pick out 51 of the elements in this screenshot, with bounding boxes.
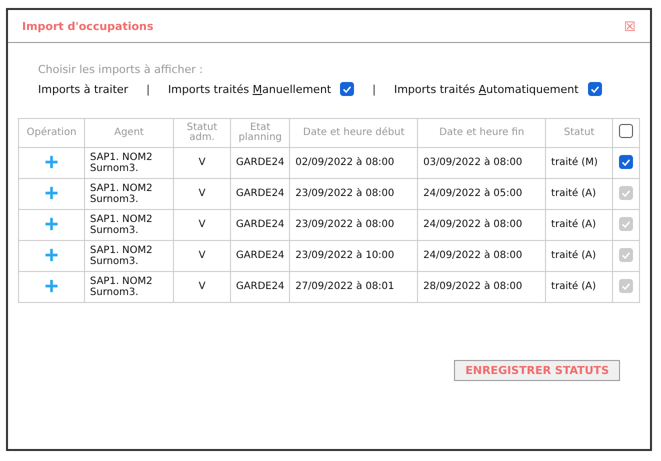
table-cell: GARDE24 [236, 188, 284, 200]
filter-label: Imports traités Automatiquement [394, 82, 579, 96]
table-cell: V [198, 219, 206, 230]
table-cell: 03/09/2022 à 08:00 [423, 157, 522, 168]
table-cell: V [198, 281, 206, 292]
table-cell: 23/09/2022 à 08:00 [295, 188, 394, 200]
table-cell: V [198, 188, 206, 200]
table-cell: SAP1. NOM2 Surnom3. [90, 182, 153, 205]
table-cell: traité (A) [551, 250, 596, 262]
add-button[interactable]: + [44, 151, 59, 175]
filter-caption: Choisir les imports à afficher : [37, 63, 204, 76]
table-cell: 24/09/2022 à 08:00 [423, 250, 522, 262]
filter-checkbox[interactable] [588, 82, 602, 96]
table-cell: 24/09/2022 à 08:00 [423, 219, 522, 230]
table-cell: SAP1. NOM2 Surnom3. [90, 152, 153, 174]
window-title: Import d'occupations [22, 20, 154, 32]
table-cell: GARDE24 [236, 250, 284, 262]
table-cell: GARDE24 [236, 219, 284, 230]
table-cell: V [198, 157, 206, 168]
separator: | [372, 82, 376, 96]
table-cell: SAP1. NOM2 Surnom3. [90, 276, 153, 298]
filter-label: Imports à traiter [38, 82, 128, 96]
column-header: Opération [18, 118, 85, 148]
column-header: Etat planning [230, 118, 290, 148]
column-header: Statut adm. [174, 118, 231, 148]
filter-label: Imports traités Manuellement [168, 82, 332, 96]
table-cell: SAP1. NOM2 Surnom3. [90, 244, 153, 267]
select-all-checkbox[interactable] [619, 124, 634, 138]
row-checkbox[interactable] [619, 154, 634, 169]
filter-checkbox[interactable] [340, 82, 354, 96]
separator: | [146, 82, 150, 96]
table-cell: traité (A) [551, 219, 596, 230]
column-header: Date et heure fin [418, 118, 546, 148]
table-cell: traité (A) [551, 281, 596, 292]
table-cell: 23/09/2022 à 08:00 [295, 219, 394, 230]
save-button[interactable]: ENREGISTRER STATUTS [454, 360, 620, 381]
column-header: Agent [84, 118, 174, 148]
table-cell: GARDE24 [236, 281, 284, 292]
table-cell: V [198, 250, 206, 262]
table-cell: 02/09/2022 à 08:00 [295, 157, 394, 168]
table-cell: 28/09/2022 à 08:00 [423, 281, 522, 292]
column-header: Statut [546, 118, 613, 148]
table-cell: 24/09/2022 à 05:00 [423, 188, 522, 200]
table-cell: GARDE24 [236, 157, 284, 168]
table-cell: traité (M) [551, 157, 598, 168]
table-cell: 23/09/2022 à 10:00 [295, 250, 394, 262]
column-header: Date et heure début [290, 118, 418, 148]
table-cell: traité (A) [551, 188, 596, 200]
table-cell: SAP1. NOM2 Surnom3. [90, 214, 153, 236]
close-button[interactable]: ☒ [624, 20, 636, 32]
table-cell: 27/09/2022 à 08:01 [295, 281, 394, 292]
